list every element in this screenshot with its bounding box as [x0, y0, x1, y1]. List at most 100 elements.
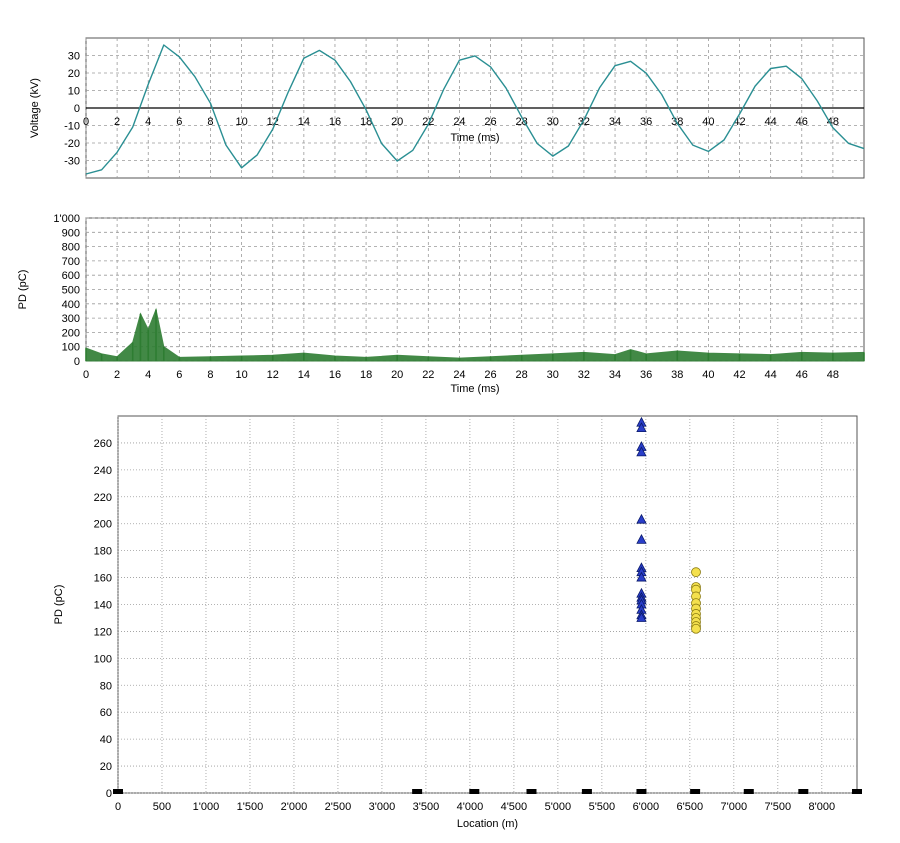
x-tick-label: 24 — [453, 369, 465, 381]
x-tick-label: 8'000 — [809, 801, 836, 813]
x-tick-label: 44 — [765, 369, 777, 381]
x-tick-label: 28 — [516, 369, 528, 381]
x-tick-label: 16 — [329, 116, 341, 128]
x-tick-label: 6'500 — [677, 801, 704, 813]
y-tick-label: 700 — [62, 256, 80, 268]
x-tick-label: 0 — [83, 116, 89, 128]
axis-marker — [798, 789, 809, 794]
y-tick-label: 60 — [100, 707, 112, 719]
x-tick-label: 14 — [298, 369, 310, 381]
circle-point — [691, 623, 701, 634]
y-tick-label: 200 — [94, 519, 112, 531]
x-tick-label: 26 — [484, 116, 496, 128]
x-tick-label: 32 — [578, 369, 590, 381]
y-tick-label: 200 — [62, 327, 80, 339]
y-tick-label: 500 — [62, 285, 80, 297]
axis-marker — [581, 789, 592, 794]
x-tick-label: 2'500 — [325, 801, 352, 813]
x-axis-label: Location (m) — [457, 818, 518, 830]
x-tick-label: 16 — [329, 369, 341, 381]
x-tick-label: 36 — [640, 369, 652, 381]
x-tick-label: 500 — [153, 801, 171, 813]
x-tick-label: 8 — [207, 116, 213, 128]
x-tick-label: 7'000 — [721, 801, 748, 813]
axis-marker — [113, 789, 123, 794]
y-tick-label: 10 — [68, 86, 80, 98]
axis-marker — [852, 789, 862, 794]
axis-marker — [412, 789, 423, 794]
x-tick-label: 4'500 — [501, 801, 528, 813]
x-tick-label: 44 — [765, 116, 777, 128]
x-tick-label: 6 — [176, 116, 182, 128]
x-tick-label: 2 — [114, 369, 120, 381]
x-tick-label: 30 — [547, 369, 559, 381]
y-tick-label: -20 — [64, 138, 80, 150]
x-tick-label: 34 — [609, 116, 621, 128]
x-tick-label: 42 — [733, 369, 745, 381]
x-tick-label: 22 — [422, 116, 434, 128]
y-tick-label: 300 — [62, 313, 80, 325]
y-tick-label: 80 — [100, 680, 112, 692]
y-tick-label: 600 — [62, 270, 80, 282]
x-tick-label: 18 — [360, 369, 372, 381]
y-tick-label: 160 — [94, 573, 112, 585]
x-tick-label: 48 — [827, 369, 839, 381]
y-tick-label: 800 — [62, 242, 80, 254]
axis-marker — [469, 789, 480, 794]
y-tick-label: -10 — [64, 121, 80, 133]
x-tick-label: 38 — [671, 369, 683, 381]
x-tick-label: 46 — [796, 369, 808, 381]
x-tick-label: 7'500 — [765, 801, 792, 813]
x-tick-label: 2'000 — [281, 801, 308, 813]
circle-point — [691, 567, 701, 578]
x-tick-label: 24 — [453, 116, 465, 128]
y-tick-label: 0 — [74, 103, 80, 115]
x-tick-label: 10 — [235, 369, 247, 381]
x-tick-label: 26 — [484, 369, 496, 381]
y-tick-label: 1'000 — [53, 213, 80, 225]
x-tick-label: 34 — [609, 369, 621, 381]
x-tick-label: 1'000 — [193, 801, 220, 813]
y-tick-label: 40 — [100, 734, 112, 746]
y-tick-label: 180 — [94, 546, 112, 558]
x-tick-label: 0 — [83, 369, 89, 381]
y-tick-label: 30 — [68, 51, 80, 63]
x-tick-label: 46 — [796, 116, 808, 128]
x-tick-label: 5'000 — [545, 801, 572, 813]
x-tick-label: 8 — [207, 369, 213, 381]
y-tick-label: 0 — [74, 356, 80, 368]
x-axis-label: Time (ms) — [450, 383, 499, 395]
y-axis-label: Voltage (kV) — [29, 78, 41, 138]
x-tick-label: 12 — [267, 369, 279, 381]
y-axis-label: PD (pC) — [53, 585, 65, 625]
y-tick-label: 120 — [94, 626, 112, 638]
x-tick-label: 4 — [145, 116, 151, 128]
x-tick-label: 40 — [702, 116, 714, 128]
y-tick-label: 240 — [94, 465, 112, 477]
x-tick-label: 30 — [547, 116, 559, 128]
y-tick-label: 140 — [94, 600, 112, 612]
x-tick-label: 2 — [114, 116, 120, 128]
y-tick-label: 100 — [62, 342, 80, 354]
x-tick-label: 22 — [422, 369, 434, 381]
y-tick-label: 260 — [94, 438, 112, 450]
x-tick-label: 5'500 — [589, 801, 616, 813]
chart-canvas: 0 2 4 6 8 10 12 14 16 18 20 22 24 26 28 30 32 34 36 38 40 42 4… — [17, 37, 865, 830]
x-tick-label: 40 — [702, 369, 714, 381]
x-tick-label: 20 — [391, 369, 403, 381]
y-axis-label: PD (pC) — [17, 270, 29, 310]
y-tick-label: 220 — [94, 492, 112, 504]
x-tick-label: 6 — [176, 369, 182, 381]
y-tick-label: 20 — [68, 68, 80, 80]
x-tick-label: 36 — [640, 116, 652, 128]
x-tick-label: 1'500 — [237, 801, 264, 813]
y-tick-label: 20 — [100, 761, 112, 773]
x-tick-label: 10 — [235, 116, 247, 128]
x-tick-label: 48 — [827, 116, 839, 128]
x-tick-label: 4 — [145, 369, 151, 381]
axis-marker — [743, 789, 754, 794]
y-tick-label: 900 — [62, 227, 80, 239]
x-tick-label: 4'000 — [457, 801, 484, 813]
x-tick-label: 3'500 — [413, 801, 440, 813]
chart-figure: 0 2 4 6 8 10 12 14 16 18 20 22 24 26 28 30 32 34 36 38 40 42 4… — [0, 0, 900, 838]
